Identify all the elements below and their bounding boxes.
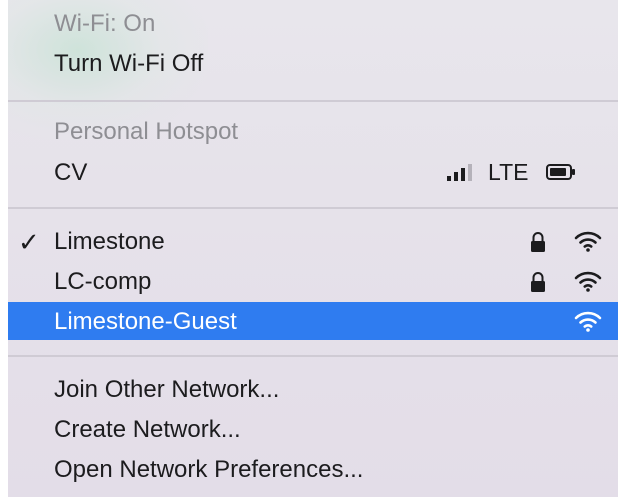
hotspot-header: Personal Hotspot xyxy=(8,112,618,150)
network-item-limestone-guest[interactable]: Limestone-Guest xyxy=(8,302,618,340)
wifi-icon xyxy=(574,271,602,292)
hotspot-item-cv[interactable]: CV LTE xyxy=(8,153,618,191)
create-network-item[interactable]: Create Network... xyxy=(8,410,618,448)
wifi-status: Wi-Fi: On xyxy=(8,4,618,42)
separator xyxy=(8,355,618,357)
network-name: Limestone xyxy=(54,228,165,255)
network-icons xyxy=(498,222,618,260)
hotspot-status-icons: LTE xyxy=(438,153,618,191)
battery-icon xyxy=(546,164,575,180)
wifi-status-label: Wi-Fi: On xyxy=(54,10,156,37)
join-other-network-label: Join Other Network... xyxy=(54,376,280,403)
lock-icon xyxy=(531,232,545,252)
create-network-label: Create Network... xyxy=(54,416,241,443)
join-other-network-item[interactable]: Join Other Network... xyxy=(8,370,618,408)
wifi-icon xyxy=(574,231,602,252)
network-type-label: LTE xyxy=(488,159,529,185)
network-icons xyxy=(498,302,618,340)
hotspot-device-name: CV xyxy=(54,159,88,186)
separator xyxy=(8,100,618,102)
network-name: LC-comp xyxy=(54,268,152,295)
network-item-lc-comp[interactable]: LC-comp xyxy=(8,262,618,300)
wifi-icon xyxy=(574,311,602,332)
checkmark-icon: ✓ xyxy=(18,227,40,257)
network-name: Limestone-Guest xyxy=(54,308,237,335)
network-item-limestone[interactable]: ✓ Limestone xyxy=(8,222,618,260)
turn-wifi-off-label: Turn Wi-Fi Off xyxy=(54,50,204,77)
open-network-preferences-label: Open Network Preferences... xyxy=(54,456,364,483)
lock-icon xyxy=(531,272,545,292)
turn-wifi-off-item[interactable]: Turn Wi-Fi Off xyxy=(8,44,618,82)
separator xyxy=(8,207,618,209)
cellular-signal-icon xyxy=(447,164,472,181)
network-icons xyxy=(498,262,618,300)
wifi-menu: Wi-Fi: On Turn Wi-Fi Off Personal Hotspo… xyxy=(8,0,618,497)
open-network-preferences-item[interactable]: Open Network Preferences... xyxy=(8,450,618,488)
hotspot-header-label: Personal Hotspot xyxy=(54,118,239,145)
